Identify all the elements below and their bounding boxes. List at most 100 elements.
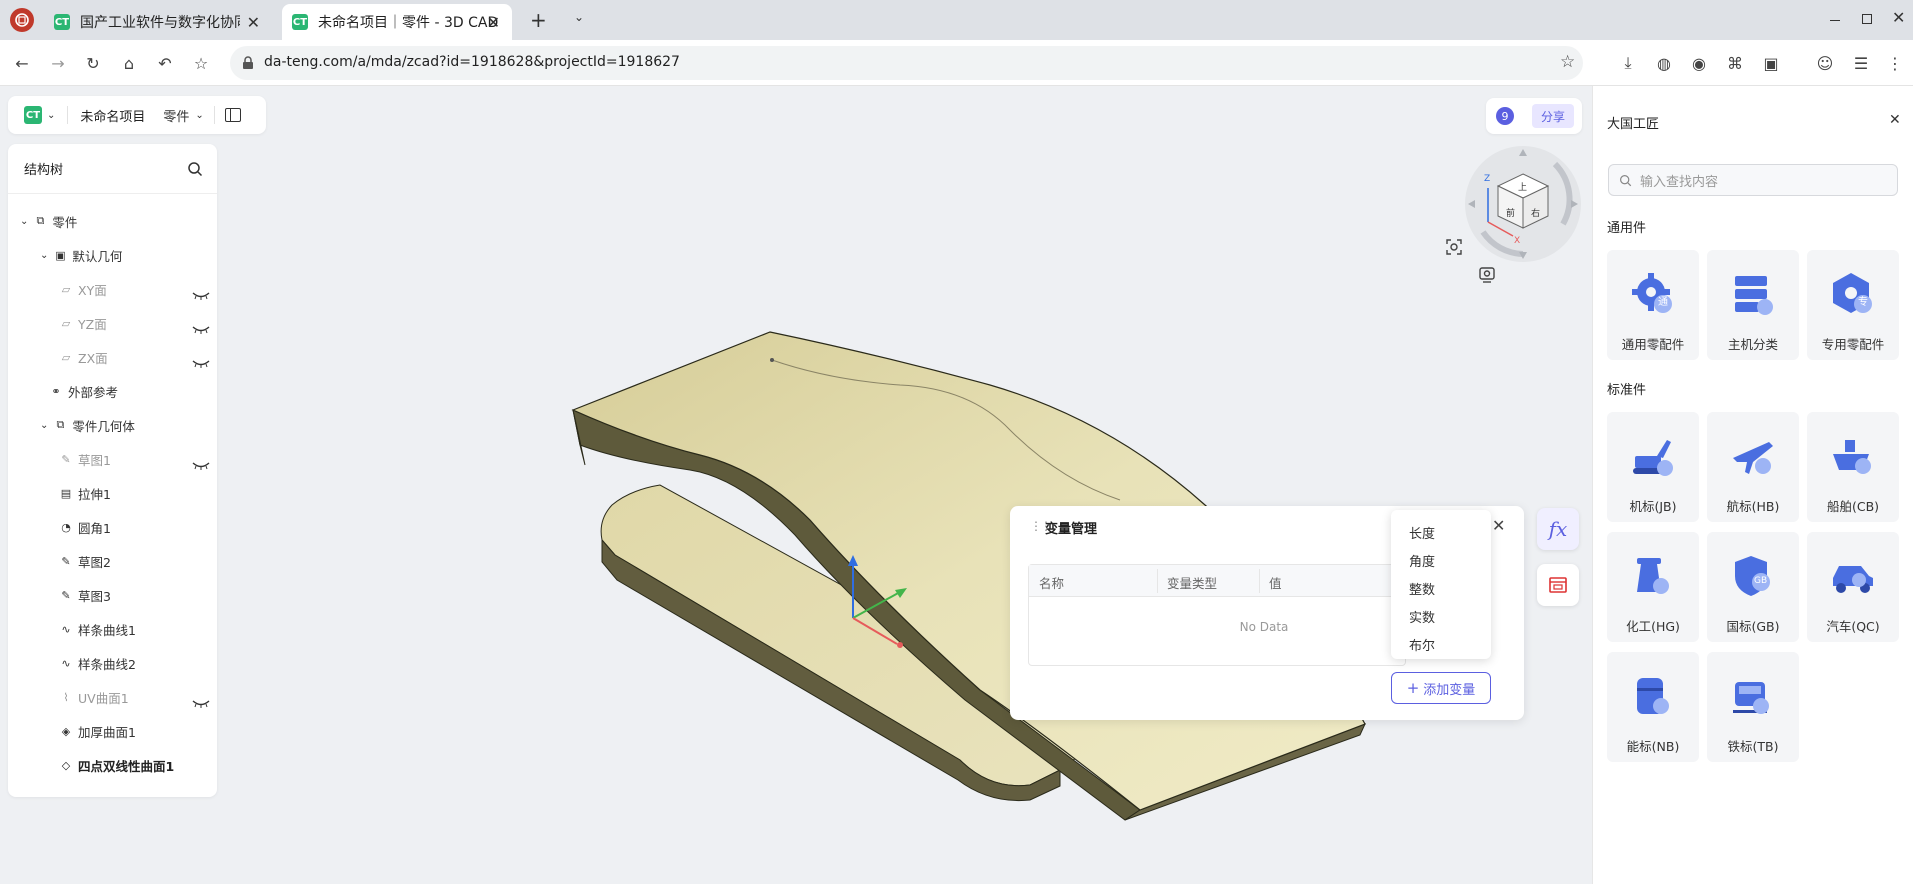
share-button[interactable]: 分享 — [1532, 104, 1574, 128]
tree-item-zx-plane[interactable]: ▱ ZX面 — [60, 346, 108, 368]
project-name[interactable]: 未命名项目 — [80, 106, 145, 125]
menu-item-real[interactable]: 实数 — [1391, 602, 1491, 630]
doc-type-dropdown[interactable]: 零件 ⌄ — [163, 106, 203, 125]
hidden-eye-icon[interactable] — [192, 698, 210, 708]
restore-icon[interactable] — [1862, 14, 1872, 24]
hidden-eye-icon[interactable] — [192, 460, 210, 470]
notification-badge[interactable]: 9 — [1496, 107, 1514, 125]
card-jb[interactable]: 机标(JB) — [1607, 412, 1699, 522]
undo-icon[interactable]: ↶ — [154, 52, 176, 74]
tree-item-extrude1[interactable]: ▤ 拉伸1 — [60, 482, 111, 504]
part-icon: ⧉ — [36, 214, 45, 227]
hidden-eye-icon[interactable] — [192, 358, 210, 368]
camera-icon[interactable]: ◉ — [1688, 52, 1710, 74]
tree-item-bilinear-surface1[interactable]: ◇ 四点双线性曲面1 — [60, 754, 174, 776]
hidden-eye-icon[interactable] — [192, 290, 210, 300]
face-top-label[interactable]: 上 — [1518, 180, 1527, 193]
card-machine-category[interactable]: 主机分类 — [1707, 250, 1799, 360]
divider — [67, 106, 69, 124]
car-icon — [1833, 566, 1873, 593]
address-bar[interactable]: da-teng.com/a/mda/zcad?id=1918628&projec… — [230, 46, 1583, 80]
table-view-button[interactable] — [1537, 564, 1579, 606]
hexagon-icon — [1833, 273, 1872, 313]
face-front-label[interactable]: 前 — [1506, 206, 1515, 219]
browser-logo-icon[interactable] — [10, 8, 34, 32]
reload-icon[interactable]: ↻ — [82, 52, 104, 74]
app-favicon-icon: CT — [292, 14, 308, 30]
tab-title: 未命名项目｜零件 - 3D CAD — [318, 15, 499, 31]
close-icon[interactable]: ✕ — [1889, 112, 1901, 128]
card-special-parts[interactable]: 专 专用零配件 — [1807, 250, 1899, 360]
tree-item-uv-surface1[interactable]: ⌇ UV曲面1 — [60, 686, 128, 708]
add-variable-button[interactable]: + 添加变量 — [1391, 672, 1491, 704]
card-badge: 专 — [1858, 297, 1868, 308]
extension-icon[interactable]: ▣ — [1760, 52, 1782, 74]
card-tb[interactable]: 铁标(TB) — [1707, 652, 1799, 762]
card-qc[interactable]: 汽车(QC) — [1807, 532, 1899, 642]
tree-item-sketch3[interactable]: ✎ 草图3 — [60, 584, 111, 606]
chevron-down-icon[interactable]: ⌄ — [40, 420, 48, 431]
card-cb[interactable]: 船舶(CB) — [1807, 412, 1899, 522]
card-hg[interactable]: 化工(HG) — [1607, 532, 1699, 642]
formula-button[interactable]: fx — [1537, 508, 1579, 550]
face-right-label[interactable]: 右 — [1531, 206, 1540, 219]
tree-item-thicken1[interactable]: ◈ 加厚曲面1 — [60, 720, 136, 742]
tree-item-label: 圆角1 — [78, 520, 111, 536]
menu-item-angle[interactable]: 角度 — [1391, 546, 1491, 574]
menu-item-integer[interactable]: 整数 — [1391, 574, 1491, 602]
tab-list-chevron-icon[interactable]: ⌄ — [574, 10, 584, 24]
tree-item-sketch1[interactable]: ✎ 草图1 — [60, 448, 111, 470]
download-icon[interactable]: ⤓ — [1617, 52, 1639, 74]
spline-icon: ∿ — [61, 656, 71, 670]
tree-item-sketch2[interactable]: ✎ 草图2 — [60, 550, 111, 572]
fit-view-icon[interactable] — [1445, 238, 1463, 256]
bookmark-icon[interactable]: ☆ — [190, 52, 212, 74]
card-hb[interactable]: 航标(HB) — [1707, 412, 1799, 522]
chevron-down-icon[interactable]: ⌄ — [20, 216, 28, 227]
close-tab-icon[interactable]: ✕ — [487, 13, 500, 32]
toggle-panel-icon[interactable] — [224, 108, 241, 122]
card-gb[interactable]: GB 国标(GB) — [1707, 532, 1799, 642]
search-icon[interactable] — [187, 161, 203, 177]
cad-model[interactable] — [0, 86, 1592, 884]
tree-item-fillet1[interactable]: ◔ 圆角1 — [60, 516, 111, 538]
card-general-parts[interactable]: 通 通用零配件 — [1607, 250, 1699, 360]
tree-item-default-geometry[interactable]: ⌄ ▣ 默认几何 — [40, 244, 122, 266]
close-window-icon[interactable]: ✕ — [1892, 8, 1905, 27]
tree-item-spline2[interactable]: ∿ 样条曲线2 — [60, 652, 136, 674]
viewport-3d[interactable] — [0, 86, 1592, 884]
forward-icon[interactable]: → — [47, 52, 69, 74]
tab-cad[interactable]: CT 未命名项目｜零件 - 3D CAD ✕ — [282, 4, 512, 40]
tree-item-yz-plane[interactable]: ▱ YZ面 — [60, 312, 107, 334]
site-info-icon[interactable] — [242, 56, 254, 70]
settings-sliders-icon[interactable]: ☰ — [1850, 52, 1872, 74]
profile-icon[interactable]: ☺ — [1814, 52, 1836, 74]
tree-item-spline1[interactable]: ∿ 样条曲线1 — [60, 618, 136, 640]
home-icon[interactable]: ⌂ — [118, 52, 140, 74]
tree-item-external-ref[interactable]: ⚭ 外部参考 — [50, 380, 118, 402]
tree-item-part[interactable]: ⌄ ⧉ 零件 — [20, 210, 77, 232]
card-nb[interactable]: 能标(NB) — [1607, 652, 1699, 762]
app-menu-button[interactable]: CT ⌄ — [24, 106, 55, 124]
minimize-icon[interactable] — [1830, 20, 1840, 21]
new-tab-icon[interactable]: + — [530, 8, 547, 32]
chevron-down-icon: ⌄ — [47, 109, 56, 121]
render-mode-icon[interactable] — [1478, 266, 1496, 284]
globe-icon[interactable]: ◍ — [1653, 52, 1675, 74]
hidden-eye-icon[interactable] — [192, 324, 210, 334]
translate-icon[interactable]: ⌘ — [1724, 52, 1746, 74]
star-icon[interactable]: ☆ — [1560, 52, 1575, 72]
back-icon[interactable]: ← — [11, 52, 33, 74]
menu-item-length[interactable]: 长度 — [1391, 518, 1491, 546]
menu-kebab-icon[interactable]: ⋮ — [1884, 52, 1906, 74]
chevron-down-icon[interactable]: ⌄ — [40, 250, 48, 261]
view-cube[interactable]: Z X 上 前 右 — [1463, 144, 1583, 264]
tree-item-part-body[interactable]: ⌄ ⧉ 零件几何体 — [40, 414, 135, 436]
close-tab-icon[interactable]: ✕ — [247, 13, 260, 32]
tab-platform[interactable]: CT 国产工业软件与数字化协同平 ✕ — [44, 4, 272, 40]
menu-item-boolean[interactable]: 布尔 — [1391, 630, 1491, 658]
library-search-input[interactable]: 输入查找内容 — [1608, 164, 1898, 196]
close-icon[interactable]: ✕ — [1492, 516, 1505, 535]
tree-item-label: 默认几何 — [72, 248, 123, 264]
tree-item-xy-plane[interactable]: ▱ XY面 — [60, 278, 107, 300]
